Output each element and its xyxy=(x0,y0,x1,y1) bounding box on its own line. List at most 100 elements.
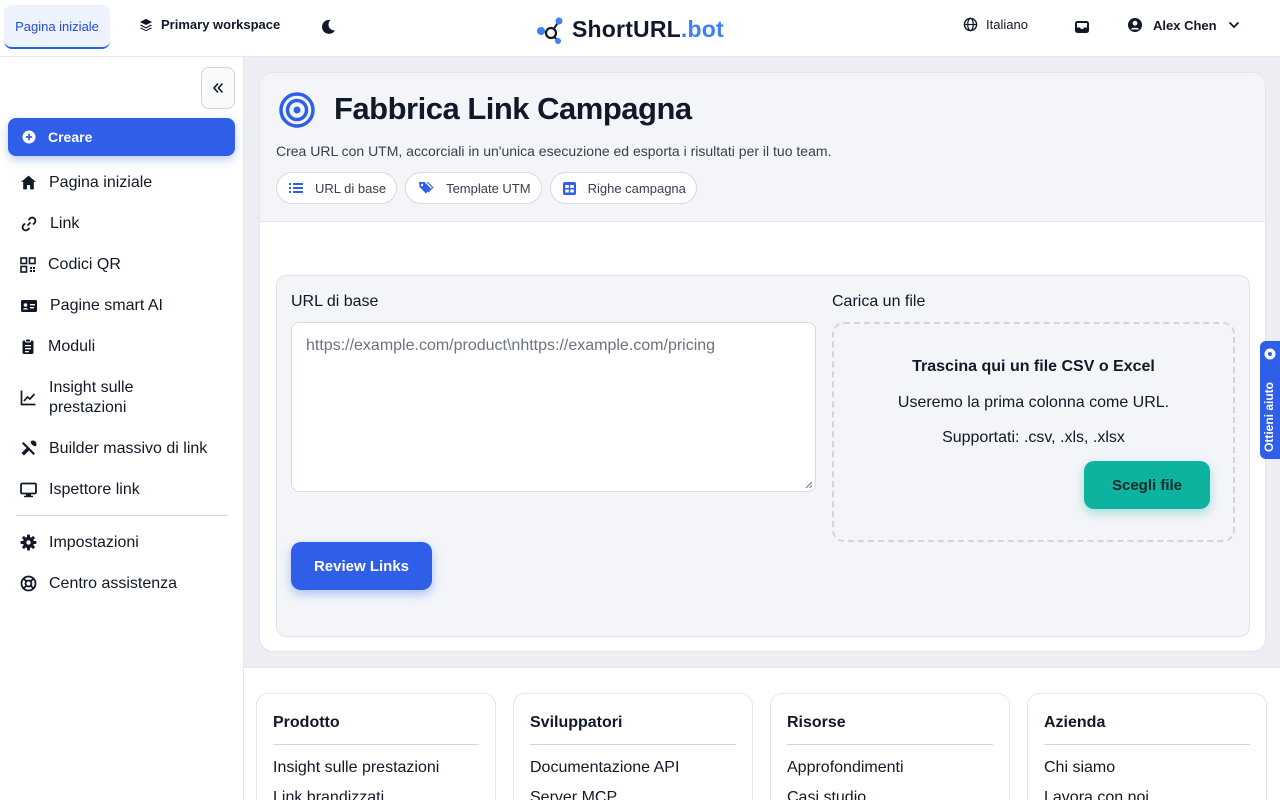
resize-grip-icon[interactable] xyxy=(805,481,813,489)
footer-column-company: Azienda Chi siamo Lavora con noi xyxy=(1027,693,1267,800)
target-icon xyxy=(279,92,315,128)
collapse-sidebar-button[interactable] xyxy=(201,67,235,109)
user-name: Alex Chen xyxy=(1153,17,1217,33)
tools-icon xyxy=(21,440,37,456)
sidebar-item-bulk-builder[interactable]: Builder massivo di link xyxy=(0,428,244,469)
review-links-label: Review Links xyxy=(313,557,410,575)
footer-column-title: Sviluppatori xyxy=(530,714,736,745)
pill-label: URL di base xyxy=(315,180,387,196)
sidebar-nav: Pagina iniziale Link Codici QR Pagine sm… xyxy=(0,162,244,604)
plus-circle-icon xyxy=(22,130,36,144)
footer-link[interactable]: Lavora con noi xyxy=(1044,789,1250,800)
page-subtitle: Crea URL con UTM, accorciali in un'unica… xyxy=(276,143,832,159)
create-button[interactable]: Creare xyxy=(8,118,235,156)
monitor-icon xyxy=(20,482,37,497)
question-circle-icon xyxy=(1264,348,1276,360)
file-dropzone[interactable]: Trascina qui un file CSV o Excel Useremo… xyxy=(832,322,1235,542)
footer-column-developers: Sviluppatori Documentazione API Server M… xyxy=(513,693,753,800)
footer-link[interactable]: Approfondimenti xyxy=(787,759,993,777)
choose-file-button[interactable]: Scegli file xyxy=(1084,461,1210,509)
home-tab-label: Pagina iniziale xyxy=(15,18,99,34)
sidebar-item-links[interactable]: Link xyxy=(0,203,244,244)
get-help-label: Ottieni aiuto xyxy=(1262,382,1276,452)
chevrons-left-icon xyxy=(212,82,224,94)
home-icon xyxy=(21,175,36,190)
footer-link[interactable]: Insight sulle prestazioni xyxy=(273,759,479,777)
base-url-textarea[interactable]: https://example.com/product\nhttps://exa… xyxy=(291,322,816,492)
sidebar-item-link-inspector[interactable]: Ispettore link xyxy=(0,469,244,510)
logo[interactable]: ShortURL.bot xyxy=(536,14,724,44)
dropzone-hint: Useremo la prima colonna come URL. xyxy=(897,394,1170,411)
footer-column-title: Azienda xyxy=(1044,714,1250,745)
sidebar-item-home[interactable]: Pagina iniziale xyxy=(0,162,244,203)
pill-label: Template UTM xyxy=(446,180,531,196)
logo-text: ShortURL.bot xyxy=(572,16,724,43)
section-pills: URL di base Template UTM Righe campagna xyxy=(276,172,697,204)
workspace-switcher[interactable]: Primary workspace xyxy=(139,17,280,32)
sidebar-divider xyxy=(16,515,228,516)
sidebar-item-forms[interactable]: Moduli xyxy=(0,326,244,367)
pill-label: Righe campagna xyxy=(587,180,686,196)
id-card-icon xyxy=(21,299,37,312)
footer-column-title: Risorse xyxy=(787,714,993,745)
footer: Prodotto Insight sulle prestazioni Link … xyxy=(244,667,1280,800)
sidebar-item-help-center[interactable]: Centro assistenza xyxy=(0,563,244,604)
sidebar-item-insights[interactable]: Insight sulle prestazioni xyxy=(0,367,244,428)
dropzone-title: Trascina qui un file CSV o Excel xyxy=(912,358,1155,375)
clipboard-icon xyxy=(22,338,34,354)
sidebar-item-label: Insight sulle prestazioni xyxy=(49,378,134,416)
review-links-button[interactable]: Review Links xyxy=(291,542,432,590)
footer-link[interactable]: Casi studio xyxy=(787,789,993,800)
inbox-icon[interactable] xyxy=(1073,18,1091,36)
gear-icon xyxy=(20,534,37,551)
footer-column-product: Prodotto Insight sulle prestazioni Link … xyxy=(256,693,496,800)
language-label: Italiano xyxy=(986,17,1028,32)
main-content: Fabbrica Link Campagna Crea URL con UTM,… xyxy=(244,57,1280,667)
sidebar-item-label: Pagine smart AI xyxy=(50,296,163,314)
pill-base-urls[interactable]: URL di base xyxy=(276,172,398,204)
sidebar-item-label: Builder massivo di link xyxy=(49,439,208,457)
workspace-label: Primary workspace xyxy=(161,17,281,32)
campaign-factory-card: Fabbrica Link Campagna Crea URL con UTM,… xyxy=(259,72,1266,652)
globe-icon xyxy=(963,17,978,32)
tags-icon xyxy=(419,182,434,194)
logo-nodes-icon xyxy=(537,17,563,44)
sidebar-item-label: Link xyxy=(50,214,80,232)
sidebar-item-label: Codici QR xyxy=(48,255,121,273)
pill-utm-template[interactable]: Template UTM xyxy=(405,172,542,204)
footer-link[interactable]: Documentazione API xyxy=(530,759,736,777)
sidebar-item-ai-pages[interactable]: Pagine smart AI xyxy=(0,285,244,326)
qr-code-icon xyxy=(20,256,36,273)
footer-column-title: Prodotto xyxy=(273,714,479,745)
sidebar-item-label: Pagina iniziale xyxy=(49,173,153,191)
home-tab[interactable]: Pagina iniziale xyxy=(4,5,110,49)
user-menu[interactable]: Alex Chen xyxy=(1127,17,1241,33)
base-url-placeholder: https://example.com/product\nhttps://exa… xyxy=(306,337,716,354)
user-avatar-icon xyxy=(1128,18,1142,32)
pill-campaign-rows[interactable]: Righe campagna xyxy=(549,172,697,204)
footer-column-resources: Risorse Approfondimenti Casi studio xyxy=(770,693,1010,800)
sidebar-item-settings[interactable]: Impostazioni xyxy=(0,522,244,563)
top-bar: Pagina iniziale Primary workspace ShortU… xyxy=(0,0,1280,57)
sidebar-item-label: Moduli xyxy=(48,337,96,355)
layers-icon xyxy=(139,18,153,31)
sidebar-item-qr-codes[interactable]: Codici QR xyxy=(0,244,244,285)
link-icon xyxy=(21,216,37,231)
sidebar: Creare Pagina iniziale Link Codici QR Pa… xyxy=(0,57,244,800)
base-url-label: URL di base xyxy=(291,293,379,310)
dropzone-supported-formats: Supportati: .csv, .xls, .xlsx xyxy=(942,429,1125,446)
table-icon xyxy=(562,181,576,195)
sidebar-item-label: Impostazioni xyxy=(49,533,139,551)
chart-line-icon xyxy=(20,390,36,406)
language-selector[interactable]: Italiano xyxy=(963,17,1028,32)
card-header: Fabbrica Link Campagna Crea URL con UTM,… xyxy=(260,73,1265,222)
footer-link[interactable]: Server MCP xyxy=(530,789,736,800)
list-icon xyxy=(289,183,303,193)
footer-link[interactable]: Chi siamo xyxy=(1044,759,1250,777)
moon-icon[interactable] xyxy=(318,17,338,37)
base-url-form: URL di base https://example.com/product\… xyxy=(276,275,1250,637)
footer-link[interactable]: Link brandizzati xyxy=(273,789,479,800)
logo-name: ShortURL xyxy=(572,15,681,42)
create-label: Creare xyxy=(48,129,93,145)
lifebuoy-icon xyxy=(20,575,37,592)
